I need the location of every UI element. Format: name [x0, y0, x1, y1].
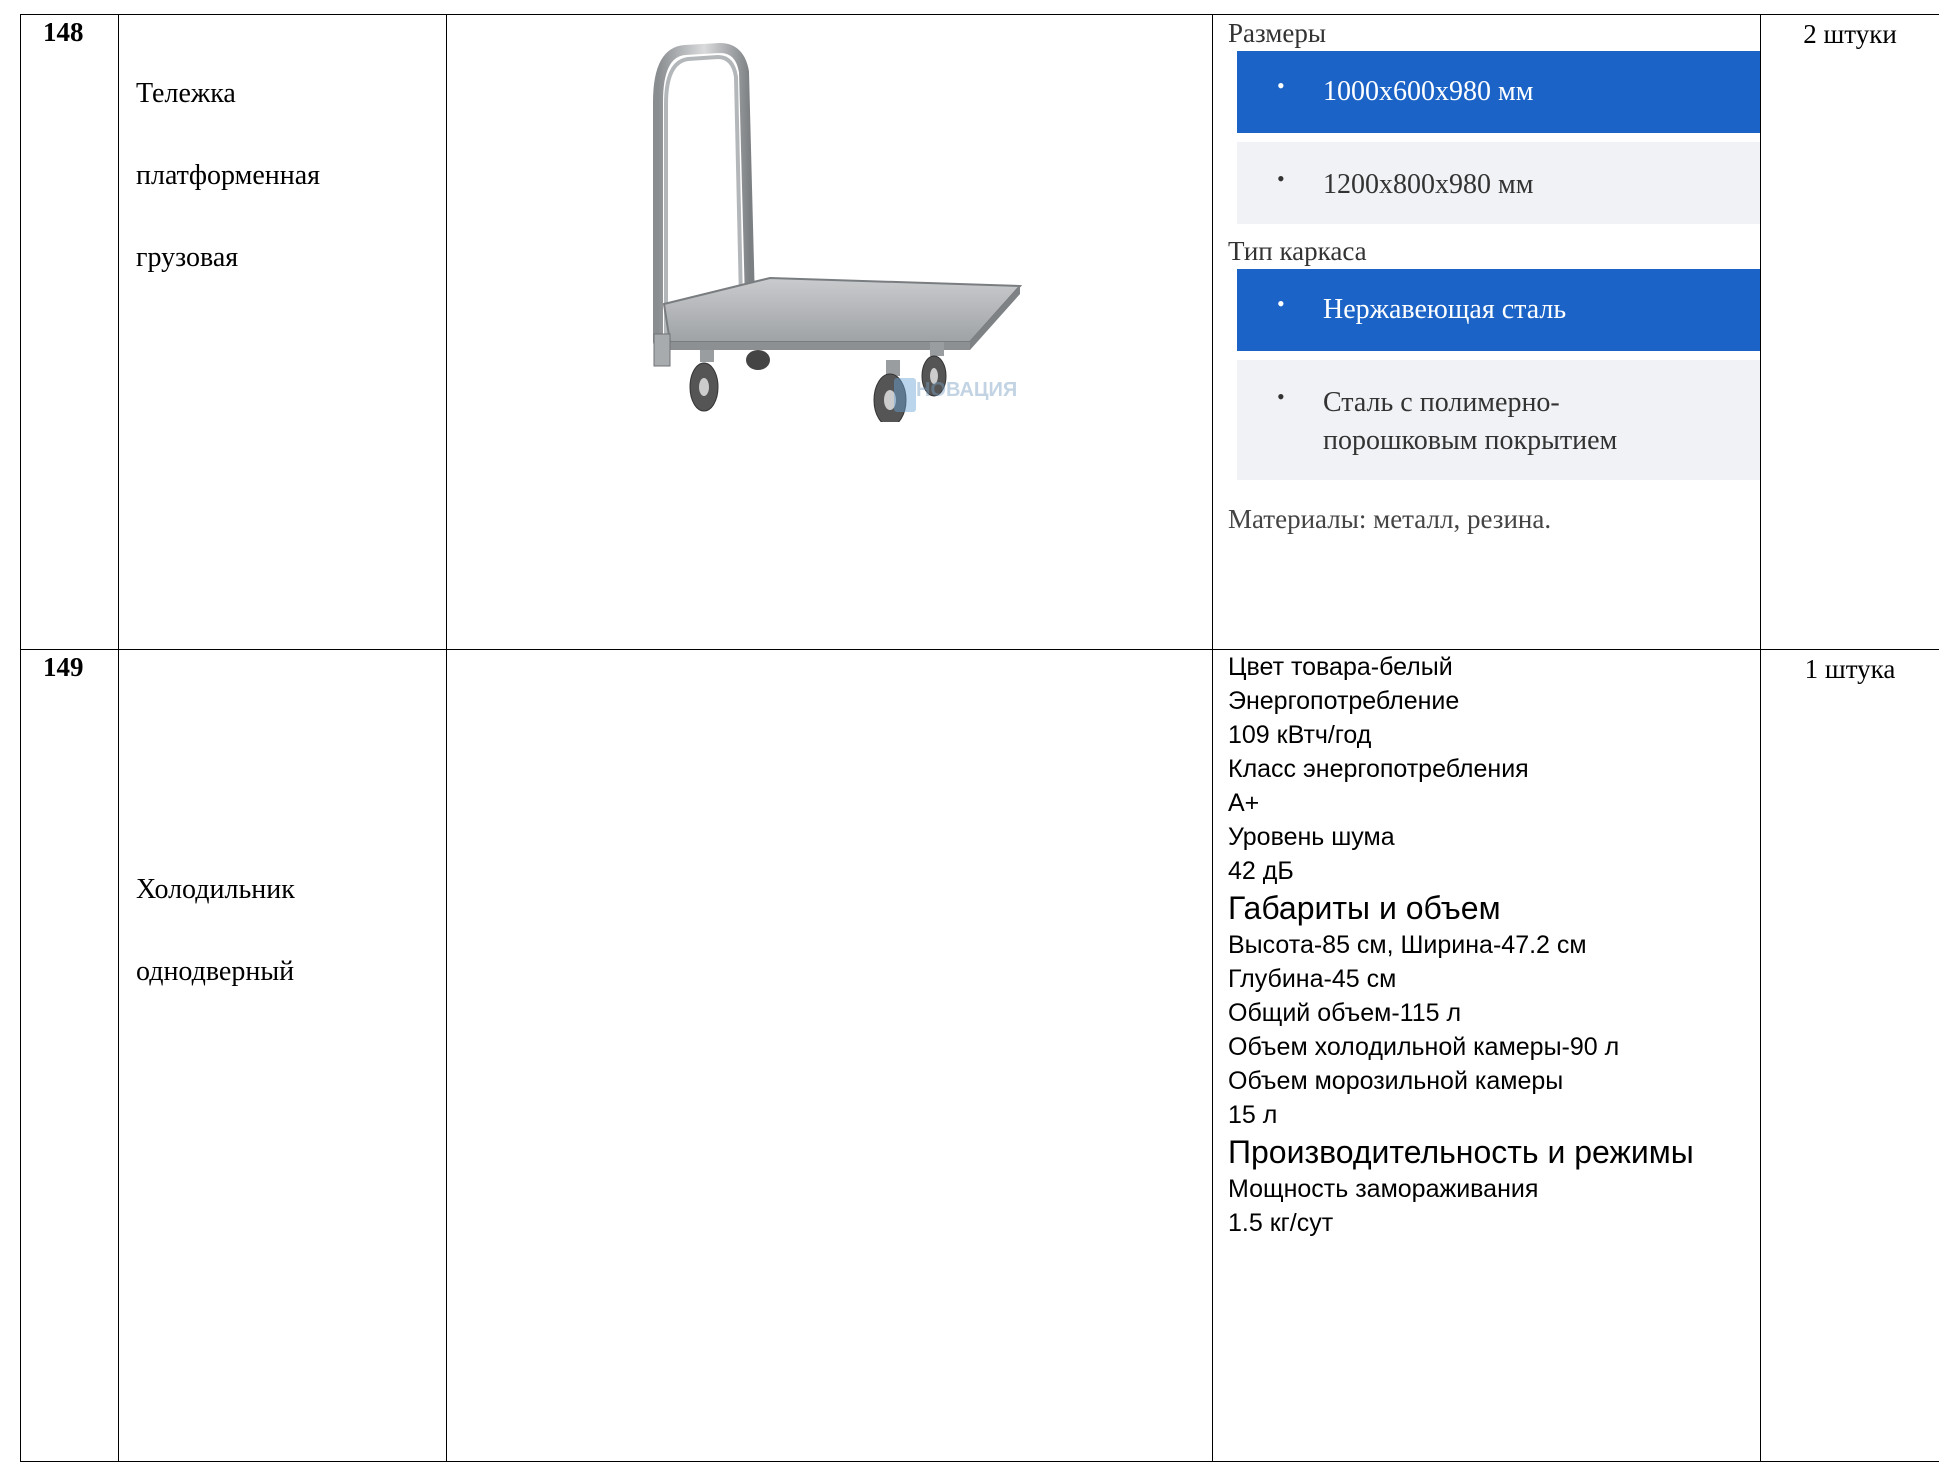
table-row: 149 Холодильник однодверный Цвет товара-…	[21, 650, 1939, 1462]
item-image-cell	[447, 650, 1213, 1462]
spec-line: Цвет товара-белый	[1228, 650, 1760, 684]
size-option-label: 1000х600х980 мм	[1323, 73, 1533, 111]
spec-line: А+	[1228, 786, 1760, 820]
bullet-icon: •	[1277, 166, 1285, 192]
item-name-line: грузовая	[136, 217, 446, 299]
item-description: Цвет товара-белый Энергопотребление 109 …	[1213, 650, 1761, 1462]
spec-line: Энергопотребление	[1228, 684, 1760, 718]
spec-line: Уровень шума	[1228, 820, 1760, 854]
wheel-icon	[746, 350, 770, 370]
document-page: 148 Тележка платформенная грузовая Разме…	[0, 0, 1939, 1222]
svg-text:НОВАЦИЯ: НОВАЦИЯ	[916, 379, 1017, 401]
bullet-icon: •	[1277, 384, 1285, 410]
frame-label: Тип каркаса	[1228, 233, 1760, 269]
size-option-label: 1200х800х980 мм	[1323, 166, 1533, 204]
frame-option: • Сталь с полимерно- порошковым покрытие…	[1237, 360, 1760, 480]
item-name: Тележка платформенная грузовая	[119, 15, 447, 650]
item-name-line: однодверный	[136, 931, 446, 1013]
spec-line: Класс энергопотребления	[1228, 752, 1760, 786]
spec-line: Высота-85 см, Ширина-47.2 см	[1228, 928, 1760, 962]
spec-line: Мощность замораживания	[1228, 1172, 1760, 1206]
spec-line: 42 дБ	[1228, 854, 1760, 888]
size-option: • 1000х600х980 мм	[1237, 51, 1760, 133]
row-number: 148	[21, 15, 119, 650]
wheel-icon	[690, 350, 718, 411]
frame-option-label: порошковым покрытием	[1323, 422, 1617, 460]
spec-line: Объем морозильной камеры	[1228, 1064, 1760, 1098]
item-quantity: 2 штуки	[1761, 15, 1939, 650]
item-description: Размеры • 1000х600х980 мм • 1200х800х980…	[1213, 15, 1761, 650]
sizes-label: Размеры	[1228, 15, 1760, 51]
spec-line: Объем холодильной камеры-90 л	[1228, 1030, 1760, 1064]
spec-heading: Производительность и режимы	[1228, 1132, 1760, 1172]
item-name: Холодильник однодверный	[119, 650, 447, 1462]
watermark-logo: НОВАЦИЯ	[894, 378, 1017, 412]
row-number: 149	[21, 650, 119, 1462]
item-quantity: 1 штука	[1761, 650, 1939, 1462]
spec-heading: Габариты и объем	[1228, 888, 1760, 928]
bullet-icon: •	[1277, 291, 1285, 317]
item-name-line: Холодильник	[136, 849, 446, 931]
spec-line: 15 л	[1228, 1098, 1760, 1132]
frame-option: • Нержавеющая сталь	[1237, 269, 1760, 351]
item-name-line: Тележка	[136, 53, 446, 135]
spec-line: Общий объем-115 л	[1228, 996, 1760, 1030]
platform-cart-image: НОВАЦИЯ	[640, 42, 1090, 422]
spec-line: 109 кВтч/год	[1228, 718, 1760, 752]
item-name-line: платформенная	[136, 135, 446, 217]
materials-text: Материалы: металл, резина.	[1228, 504, 1760, 535]
spec-line: Глубина-45 см	[1228, 962, 1760, 996]
frame-option-label: Сталь с полимерно-	[1323, 384, 1560, 422]
size-option: • 1200х800х980 мм	[1237, 142, 1760, 224]
bullet-icon: •	[1277, 73, 1285, 99]
frame-option-label: Нержавеющая сталь	[1323, 291, 1566, 329]
spec-line: 1.5 кг/сут	[1228, 1206, 1760, 1240]
